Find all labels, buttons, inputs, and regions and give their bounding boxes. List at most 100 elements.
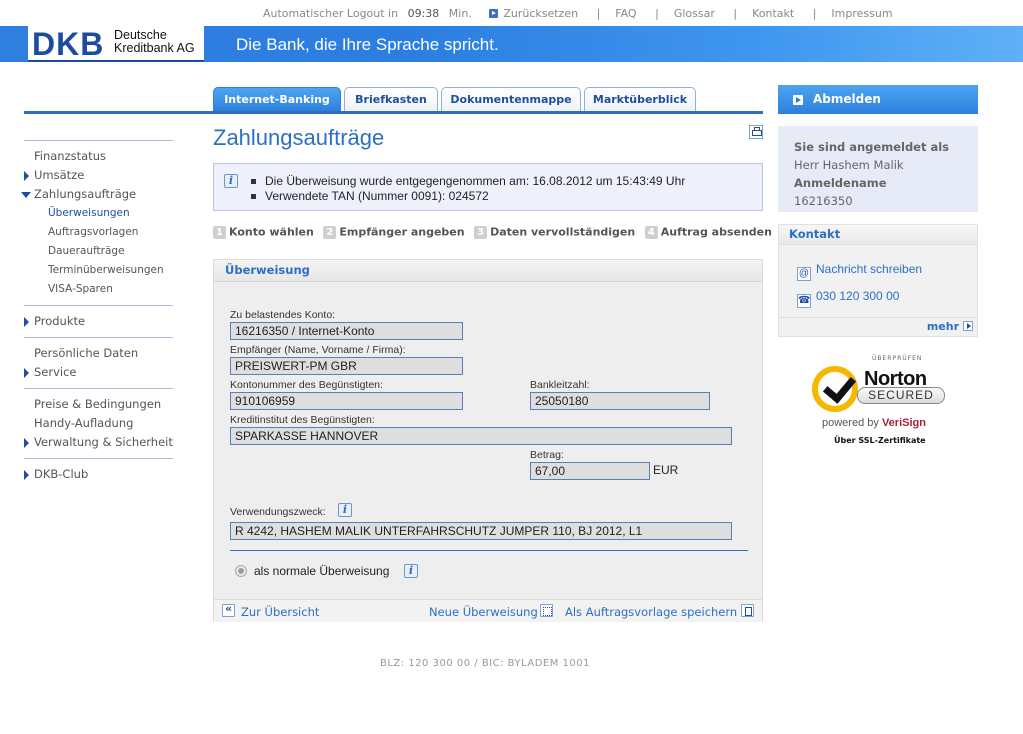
confirmation-message: i Die Überweisung wurde entgegengenommen… (213, 163, 763, 211)
phone-label: 030 120 300 00 (816, 289, 900, 303)
step-label: Daten vervollständigen (490, 225, 636, 239)
sidebar-item-handy-aufladung[interactable]: Handy-Aufladung (24, 414, 173, 433)
norton-secured-seal[interactable]: ÜBERPRÜFEN Norton SECURED powered by Ver… (808, 354, 948, 449)
sidebar-subitem-auftragsvorlagen[interactable]: Auftragsvorlagen (24, 223, 173, 242)
ssl-link[interactable]: Über SSL-Zertifikate (834, 436, 926, 445)
sidebar-item-produkte[interactable]: Produkte (24, 312, 173, 331)
sidebar-item-persoenliche-daten[interactable]: Persönliche Daten (24, 344, 173, 363)
phone-number: ☎ 030 120 300 00 (797, 289, 899, 308)
sidebar-item-preise[interactable]: Preise & Bedingungen (24, 395, 173, 414)
new-transfer-link[interactable]: Neue Überweisung (429, 605, 538, 619)
sidebar-subitem-dauerauftraege[interactable]: Daueraufträge (24, 242, 173, 261)
more-link[interactable]: mehr (927, 320, 973, 333)
divider (779, 317, 977, 318)
login-name-label: Anmeldename (794, 176, 887, 190)
seal-top-text: ÜBERPRÜFEN (872, 355, 923, 362)
sidebar-subitem-terminueberweisungen[interactable]: Terminüberweisungen (24, 261, 173, 280)
triangle-right-icon (24, 317, 29, 327)
sidebar-item-zahlungsauftraege[interactable]: Zahlungsaufträge (21, 185, 173, 204)
transfer-type-radio[interactable] (235, 565, 247, 577)
save-template-link[interactable]: Als Auftragsvorlage speichern (565, 605, 737, 619)
kontonummer-field: 910106959 (230, 392, 463, 410)
back-to-overview-link[interactable]: Zur Übersicht (241, 605, 319, 619)
confirmation-list: Die Überweisung wurde entgegengenommen a… (251, 174, 685, 204)
tab-dokumentenmappe[interactable]: Dokumentenmappe (441, 87, 581, 112)
sidebar-subitem-ueberweisungen[interactable]: Überweisungen (24, 204, 173, 223)
sidebar-item-label: Handy-Aufladung (34, 416, 134, 430)
institut-label: Kreditinstitut des Begünstigten: (230, 414, 375, 426)
sidebar-item-service[interactable]: Service (24, 363, 173, 382)
sidebar-item-label: Verwaltung & Sicherheit (34, 435, 173, 449)
transfer-panel: Überweisung Zu belastendes Konto: 162163… (213, 259, 763, 622)
tab-briefkasten[interactable]: Briefkasten (344, 87, 438, 112)
sidebar-item-verwaltung[interactable]: Verwaltung & Sicherheit (24, 433, 173, 452)
reset-link[interactable]: Zurücksetzen (503, 7, 578, 20)
betrag-label: Betrag: (530, 449, 564, 461)
zweck-field: R 4242, HASHEM MALIK UNTERFAHRSCHUTZ JUM… (230, 522, 732, 540)
dkb-logo[interactable]: DKB Deutsche Kreditbank AG (28, 26, 204, 62)
step-number: 1 (213, 225, 226, 239)
step-2: 2 Empfänger angeben (323, 225, 465, 239)
impressum-link[interactable]: Impressum (831, 7, 892, 20)
radio-label: als normale Überweisung (254, 564, 390, 578)
login-name-value: 16216350 (794, 194, 853, 208)
logo-text: DKB (32, 26, 105, 62)
phone-icon: ☎ (797, 294, 811, 308)
new-transfer-icon[interactable] (540, 604, 553, 617)
sidebar-item-dkb-club[interactable]: DKB-Club (24, 465, 173, 484)
step-label: Konto wählen (229, 225, 314, 239)
tab-internet-banking[interactable]: Internet-Banking (213, 87, 341, 112)
step-label: Empfänger angeben (339, 225, 465, 239)
separator: | (655, 6, 659, 20)
kontakt-link[interactable]: Kontakt (752, 7, 794, 20)
betrag-field: 67,00 (530, 462, 650, 480)
back-icon[interactable] (222, 602, 235, 617)
progress-steps: 1 Konto wählen 2 Empfänger angeben 3 Daten … (213, 225, 778, 239)
footer-bank-codes: BLZ: 120 300 00 / BIC: BYLADEM 1001 (380, 658, 590, 669)
triangle-right-icon (24, 368, 29, 378)
step-3: 3 Daten vervollständigen (474, 225, 635, 239)
sidebar-item-finanzstatus[interactable]: Finanzstatus (24, 147, 173, 166)
triangle-right-icon (24, 171, 29, 181)
triangle-right-icon (24, 470, 29, 480)
info-icon[interactable]: i (404, 564, 418, 578)
tab-marktueberblick[interactable]: Marktüberblick (584, 87, 696, 112)
verisign-text: VeriSign (881, 417, 926, 429)
utility-bar: Automatischer Logout in 09:38 Min. Zurüc… (263, 6, 893, 20)
zweck-label: Verwendungszweck: (230, 506, 326, 518)
faq-link[interactable]: FAQ (615, 7, 636, 20)
sidebar-item-label: Produkte (34, 314, 86, 328)
glossar-link[interactable]: Glossar (674, 7, 715, 20)
user-name: Herr Hashem Malik (794, 158, 904, 172)
reset-icon (489, 8, 499, 18)
step-number: 3 (474, 225, 488, 239)
nav-group-misc: Preise & Bedingungen Handy-Aufladung Ver… (24, 389, 173, 458)
at-icon: @ (797, 267, 811, 281)
contact-title: Kontakt (779, 225, 977, 245)
write-message-label: Nachricht schreiben (816, 262, 923, 276)
logout-button[interactable]: Abmelden (778, 85, 978, 114)
sidebar-subitem-visa-sparen[interactable]: VISA-Sparen (24, 280, 173, 299)
sidebar-item-umsaetze[interactable]: Umsätze (24, 166, 173, 185)
triangle-right-icon (24, 438, 29, 448)
panel-footer: Zur Übersicht Neue Überweisung Als Auftr… (214, 599, 762, 622)
confirmation-line: Die Überweisung wurde entgegengenommen a… (251, 174, 685, 189)
logout-timer-value: 09:38 (407, 6, 440, 20)
nav-group-banking: Finanzstatus Umsätze Zahlungsaufträge Üb… (21, 141, 173, 305)
konto-field: 16216350 / Internet-Konto (230, 322, 463, 340)
document-icon[interactable] (741, 604, 754, 617)
page-title: Zahlungsaufträge (213, 125, 385, 150)
sidebar-item-label: DKB-Club (34, 467, 89, 481)
logout-label: Abmelden (813, 92, 881, 106)
tab-underline (24, 111, 763, 114)
logout-timer-unit: Min. (448, 6, 472, 20)
separator: | (812, 6, 817, 20)
info-icon[interactable]: i (338, 503, 352, 517)
separator: | (596, 6, 601, 20)
write-message-link[interactable]: @ Nachricht schreiben (797, 262, 922, 281)
info-icon: i (224, 174, 238, 188)
sidebar-item-label: Umsätze (34, 168, 85, 182)
print-icon[interactable] (749, 125, 763, 139)
sidebar-item-label: Finanzstatus (34, 149, 106, 163)
step-number: 4 (644, 225, 658, 239)
